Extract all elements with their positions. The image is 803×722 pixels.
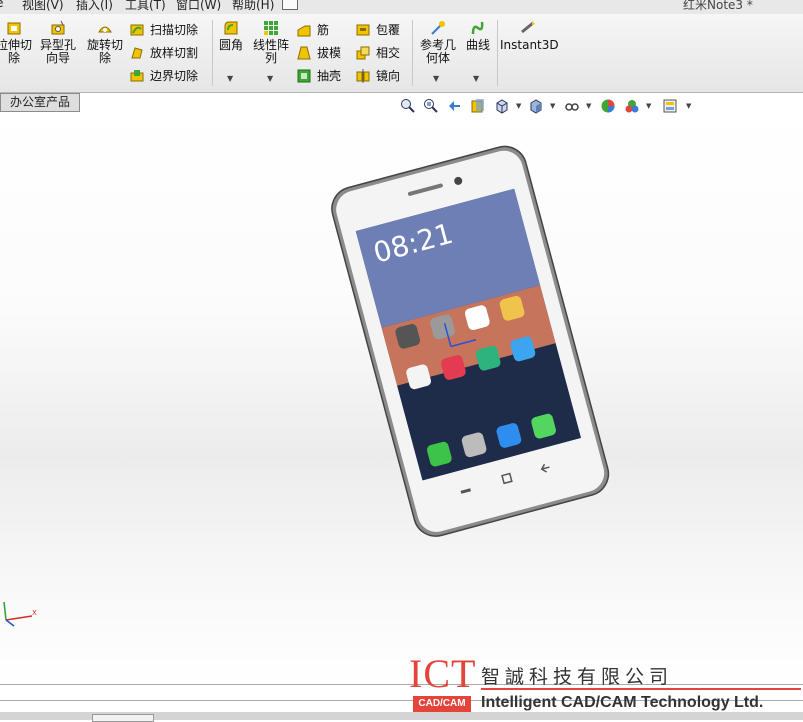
view-orientation-dropdown-icon[interactable]: ▼ (516, 102, 521, 110)
menu-window[interactable]: 窗口(W) (176, 0, 221, 13)
hide-show-items-icon[interactable] (564, 98, 580, 114)
triad-z-axis (5, 619, 15, 627)
boundary-cut-label: 边界切除 (150, 69, 199, 83)
view-settings-dropdown-icon[interactable]: ▼ (686, 102, 691, 110)
pin-icon[interactable] (282, 0, 298, 10)
linear-pattern-button[interactable]: 线性阵 列 (250, 20, 292, 65)
ict-logo-mark: ICT CAD/CAM (409, 651, 477, 716)
shell-icon (297, 69, 311, 83)
previous-view-icon[interactable] (446, 98, 462, 114)
instant3d-button[interactable]: Instant3D (500, 20, 559, 52)
triad-x-label: X (32, 609, 37, 617)
rib-icon (297, 25, 311, 37)
display-style-dropdown-icon[interactable]: ▼ (550, 102, 555, 110)
fillet-button[interactable]: 圆角 (214, 20, 248, 52)
reference-geometry-icon (431, 21, 445, 35)
cadcam-tag: CAD/CAM (413, 696, 471, 712)
wrap-button[interactable]: 包覆 (356, 21, 400, 39)
linear-pattern-dropdown-icon[interactable]: ▼ (267, 74, 273, 83)
revolve-cut-icon (98, 26, 112, 33)
ribbon-separator (212, 20, 213, 86)
shell-button[interactable]: 抽壳 (297, 67, 341, 85)
hole-wizard-icon (51, 20, 65, 35)
draft-label: 拔模 (317, 46, 342, 60)
boundary-cut-button[interactable]: 边界切除 (130, 67, 198, 85)
hole-wizard-button[interactable]: 异型孔 向导 (38, 20, 78, 65)
zoom-to-area-icon[interactable] (423, 98, 439, 114)
wrap-icon (356, 24, 370, 36)
apply-scene-icon[interactable] (624, 98, 640, 114)
curves-button[interactable]: 曲线 (463, 20, 493, 52)
sweep-cut-button[interactable]: 扫描切除 (130, 21, 198, 39)
zoom-to-fit-icon[interactable] (400, 98, 416, 114)
fillet-icon (224, 21, 238, 35)
company-watermark-logo: ICT CAD/CAM 智誠科技有限公司 Intelligent CAD/CAM… (409, 651, 803, 720)
company-name-english: Intelligent CAD/CAM Technology Ltd. (481, 694, 764, 711)
loft-cut-button[interactable]: 放样切割 (130, 44, 198, 62)
display-style-icon[interactable] (528, 98, 544, 114)
reference-geometry-button[interactable]: 参考几 何体 (416, 20, 460, 65)
intersect-label: 相交 (376, 46, 401, 60)
curves-dropdown-icon[interactable]: ▼ (473, 74, 479, 83)
phone-3d-model[interactable]: 08:21 (330, 140, 620, 540)
hole-wizard-label: 异型孔 向导 (39, 38, 76, 65)
section-view-icon[interactable] (470, 98, 486, 114)
triad-x-axis (5, 615, 33, 621)
sweep-cut-label: 扫描切除 (150, 23, 199, 37)
curves-label: 曲线 (465, 38, 490, 52)
view-orientation-icon[interactable] (494, 98, 510, 114)
menu-tools[interactable]: 工具(T) (125, 0, 166, 13)
intersect-button[interactable]: 相交 (356, 44, 400, 62)
mirror-icon (356, 69, 370, 83)
rib-button[interactable]: 筋 (297, 21, 329, 39)
fillet-dropdown-icon[interactable]: ▼ (227, 74, 233, 83)
menu-help[interactable]: 帮助(H) (232, 0, 274, 13)
fillet-label: 圆角 (218, 38, 243, 52)
extrude-cut-button[interactable]: 拉伸切 除 (0, 20, 34, 65)
draft-button[interactable]: 拔模 (297, 44, 341, 62)
command-manager-ribbon: 拉伸切 除 异型孔 向导 旋转切 除 扫描切除 放样切割 边界切除 圆角 ▼ 线… (0, 14, 803, 93)
intersect-icon (356, 46, 370, 60)
ribbon-separator (497, 20, 498, 86)
reference-triad: X (3, 601, 37, 627)
boundary-cut-icon (130, 70, 144, 82)
sweep-cut-icon (130, 24, 144, 36)
curves-icon (471, 21, 484, 35)
menu-bar: e 视图(V) 插入(I) 工具(T) 窗口(W) 帮助(H) 红米Note3 … (0, 0, 803, 14)
tab-office-products[interactable]: 办公室产品 (0, 93, 80, 112)
reference-geometry-dropdown-icon[interactable]: ▼ (433, 74, 439, 83)
revolve-cut-button[interactable]: 旋转切 除 (85, 20, 125, 65)
view-settings-icon[interactable] (662, 98, 678, 114)
ict-letters: ICT (409, 651, 477, 696)
instant3d-icon (521, 21, 535, 34)
mirror-button[interactable]: 镜向 (356, 67, 400, 85)
menu-view[interactable]: 视图(V) (22, 0, 64, 13)
revolve-cut-label: 旋转切 除 (86, 38, 123, 65)
document-title: 红米Note3 * (683, 0, 753, 12)
edit-appearance-icon[interactable] (600, 98, 616, 114)
loft-cut-label: 放样切割 (150, 46, 199, 60)
extrude-cut-label: 拉伸切 除 (0, 38, 32, 65)
mirror-label: 镜向 (376, 69, 401, 83)
draft-icon (297, 46, 311, 60)
wrap-label: 包覆 (376, 23, 401, 37)
instant3d-label: Instant3D (500, 38, 559, 52)
triad-y-axis (3, 601, 7, 621)
menu-edit-partial[interactable]: e (0, 0, 3, 10)
loft-cut-icon (131, 47, 143, 59)
shell-label: 抽壳 (317, 69, 342, 83)
hide-show-dropdown-icon[interactable]: ▼ (586, 102, 591, 110)
extrude-cut-icon (7, 22, 21, 35)
reference-geometry-label: 参考几 何体 (419, 38, 456, 65)
rib-label: 筋 (317, 23, 330, 37)
apply-scene-dropdown-icon[interactable]: ▼ (646, 102, 651, 110)
company-name-chinese: 智誠科技有限公司 (481, 666, 674, 688)
model-tab[interactable] (92, 714, 154, 722)
linear-pattern-label: 线性阵 列 (252, 38, 289, 65)
ribbon-separator (412, 20, 413, 86)
menu-insert[interactable]: 插入(I) (76, 0, 113, 13)
linear-pattern-icon (264, 21, 278, 35)
logo-divider (481, 688, 801, 690)
